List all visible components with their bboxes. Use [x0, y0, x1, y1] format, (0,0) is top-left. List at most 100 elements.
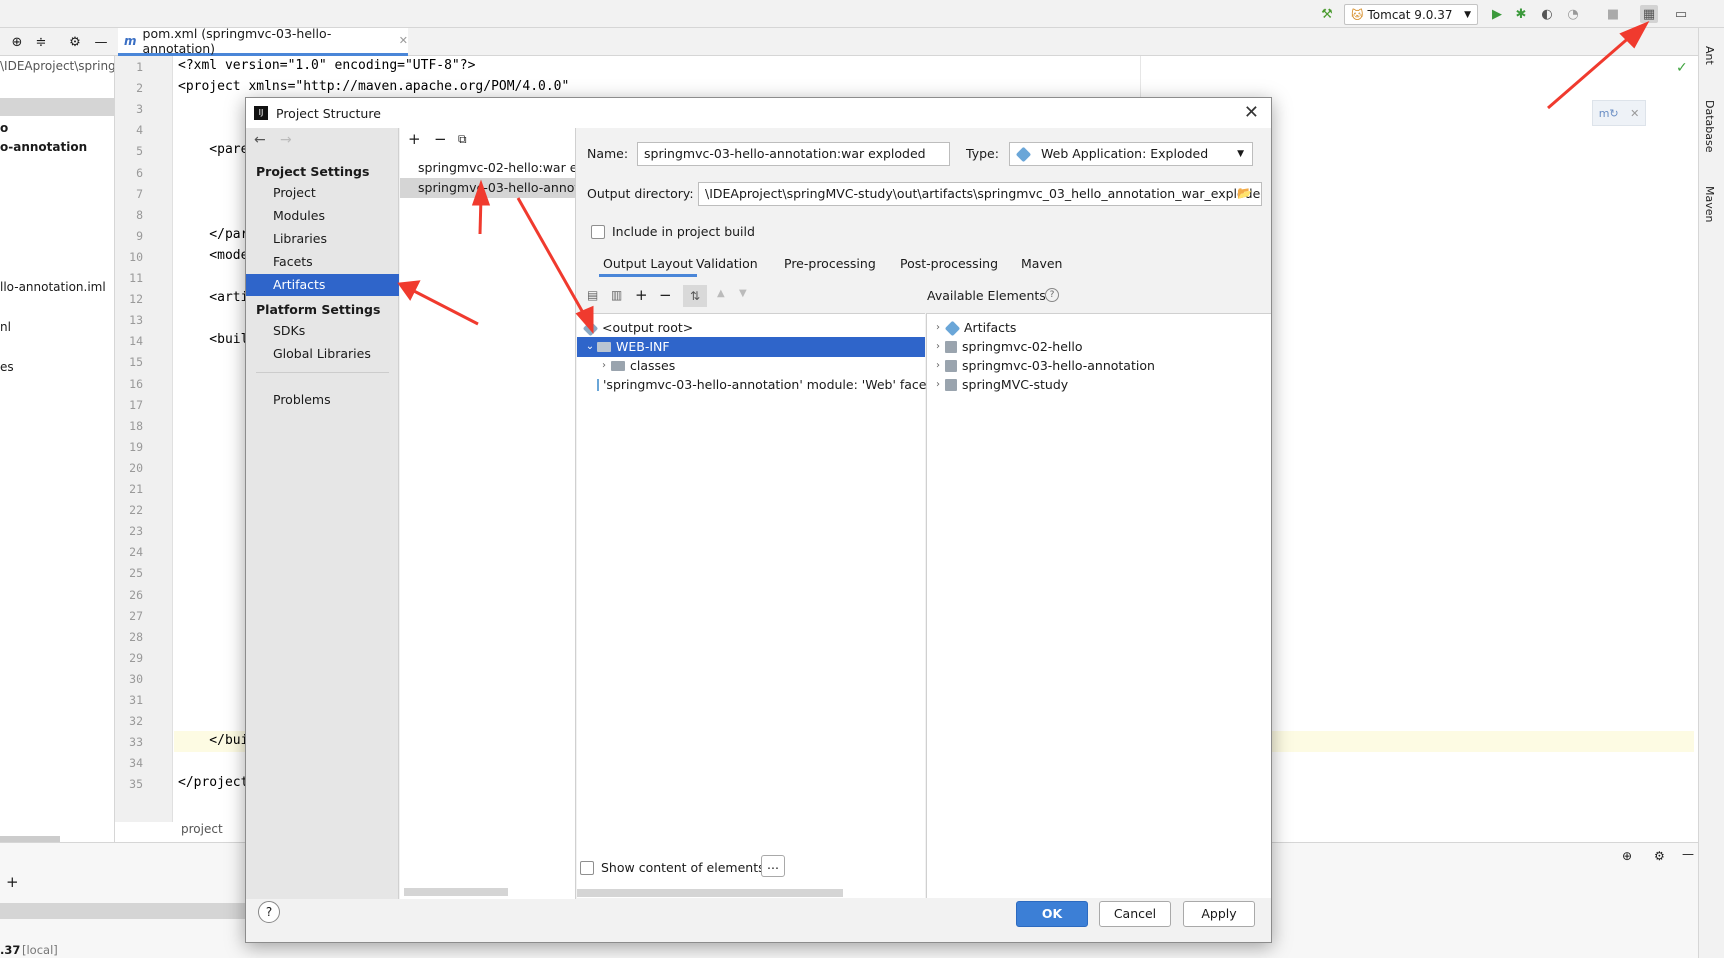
chevron-right-icon[interactable]: › [931, 375, 945, 395]
available-label: Artifacts [964, 320, 1017, 335]
project-item[interactable]: llo-annotation.iml [0, 280, 106, 294]
crosshair-icon[interactable]: ⊕ [8, 33, 26, 51]
tab-validation[interactable]: Validation [696, 251, 758, 277]
tab-post-processing[interactable]: Post-processing [900, 251, 998, 277]
apply-button[interactable]: Apply [1183, 901, 1255, 927]
nav-item-libraries[interactable]: Libraries [246, 228, 399, 250]
layout-icon[interactable]: ▭ [1672, 5, 1690, 23]
tree-row-output-root[interactable]: <output root> [577, 318, 925, 338]
gear-icon[interactable]: ⚙ [1654, 849, 1665, 863]
tree-row-web-inf[interactable]: ⌄ WEB-INF [577, 337, 925, 357]
available-item[interactable]: › springmvc-03-hello-annotation [927, 356, 1271, 376]
tab-pom-xml[interactable]: m pom.xml (springmvc-03-hello-annotation… [118, 26, 408, 56]
scrollbar[interactable] [404, 888, 508, 896]
close-icon[interactable]: ✕ [399, 34, 408, 47]
hammer-icon[interactable]: ⚒ [1318, 5, 1336, 23]
project-item[interactable]: nl [0, 320, 11, 334]
artifact-item[interactable]: springmvc-03-hello-annota [400, 178, 575, 198]
help-button[interactable]: ? [258, 901, 280, 923]
project-item[interactable]: o-annotation [0, 140, 87, 154]
tree-row-classes[interactable]: › classes [577, 356, 925, 376]
available-item[interactable]: › springMVC-study [927, 375, 1271, 395]
nav-item-sdks[interactable]: SDKs [246, 320, 399, 342]
profile-icon[interactable]: ◔ [1564, 5, 1582, 23]
project-item[interactable]: o [0, 121, 8, 135]
code-line[interactable]: <arti [178, 290, 248, 305]
dialog-title-bar: IJ Project Structure [246, 98, 1271, 128]
minimize-icon[interactable]: — [92, 33, 110, 51]
ok-button[interactable]: OK [1016, 901, 1088, 927]
copy-icon[interactable]: ⧉ [458, 132, 467, 147]
chevron-right-icon[interactable]: › [931, 356, 945, 376]
archive-icon[interactable]: ▥ [611, 288, 622, 302]
tab-maven[interactable]: Maven [1021, 251, 1062, 277]
ellipsis-button[interactable]: ... [761, 855, 785, 877]
nav-item-problems[interactable]: Problems [246, 389, 399, 411]
nav-item-modules[interactable]: Modules [246, 205, 399, 227]
crosshair-icon[interactable]: ⊕ [1622, 849, 1632, 863]
project-structure-icon[interactable]: ▦ [1640, 5, 1658, 23]
sort-icon[interactable]: ⇅ [683, 285, 707, 307]
code-line[interactable]: <project xmlns="http://maven.apache.org/… [178, 79, 569, 94]
tab-output-layout[interactable]: Output Layout [599, 251, 697, 277]
tab-pre-processing[interactable]: Pre-processing [784, 251, 876, 277]
coverage-icon[interactable]: ◐ [1538, 5, 1556, 23]
help-icon[interactable]: ? [1045, 288, 1059, 302]
run-icon[interactable]: ▶ [1488, 5, 1506, 23]
minimize-icon[interactable]: — [1682, 847, 1694, 861]
right-tool-strip: Ant Database Maven [1698, 28, 1724, 958]
close-icon[interactable]: ✕ [1630, 107, 1639, 120]
type-select[interactable]: Web Application: Exploded ▼ [1009, 142, 1253, 166]
show-content-checkbox[interactable] [580, 861, 594, 875]
maven-tab[interactable]: Maven [1703, 186, 1716, 222]
tree-label: classes [630, 358, 676, 373]
chevron-right-icon[interactable]: › [931, 337, 945, 357]
add-icon[interactable]: + [6, 873, 19, 891]
name-field[interactable]: springmvc-03-hello-annotation:war explod… [637, 142, 950, 166]
code-line[interactable]: <pare [178, 142, 248, 157]
artifact-item[interactable]: springmvc-02-hello:war ex [400, 158, 575, 178]
nav-item-global-libraries[interactable]: Global Libraries [246, 343, 399, 365]
gear-icon[interactable]: ⚙ [66, 33, 84, 51]
database-tab[interactable]: Database [1703, 100, 1716, 153]
chevron-right-icon[interactable]: › [931, 318, 945, 338]
code-line[interactable]: <?xml version="1.0" encoding="UTF-8"?> [178, 58, 475, 73]
add-icon[interactable]: + [635, 286, 648, 304]
code-line[interactable]: </project [178, 775, 248, 790]
collapse-icon[interactable]: ≑ [32, 33, 50, 51]
ant-tab[interactable]: Ant [1703, 46, 1716, 65]
stop-icon[interactable]: ■ [1604, 5, 1622, 23]
cancel-button[interactable]: Cancel [1099, 901, 1171, 927]
available-item[interactable]: › Artifacts [927, 318, 1271, 338]
tree-row-web-facet[interactable]: 'springmvc-03-hello-annotation' module: … [577, 375, 931, 395]
add-icon[interactable]: + [408, 130, 421, 148]
name-label: Name: [587, 146, 629, 161]
available-item[interactable]: › springmvc-02-hello [927, 337, 1271, 357]
output-dir-field[interactable]: \IDEAproject\springMVC-study\out\artifac… [698, 182, 1262, 206]
remove-icon[interactable]: − [659, 286, 672, 304]
code-line[interactable]: </bui [178, 733, 248, 748]
maven-reload-popup[interactable]: m↻ ✕ [1592, 100, 1646, 126]
chevron-right-icon[interactable]: › [597, 356, 611, 376]
code-line[interactable]: </par [178, 227, 248, 242]
code-line[interactable]: <mode [178, 248, 248, 263]
chevron-down-icon[interactable]: ⌄ [583, 337, 597, 357]
run-config-selector[interactable]: 🐱 Tomcat 9.0.37 ▼ [1344, 4, 1478, 25]
code-line[interactable]: <buil [178, 332, 248, 347]
nav-item-project[interactable]: Project [246, 182, 399, 204]
folder-open-icon[interactable]: 📂 [1237, 186, 1252, 200]
maven-reload-icon[interactable]: m↻ [1599, 107, 1619, 120]
nav-item-artifacts[interactable]: Artifacts [246, 274, 399, 296]
back-arrow-icon[interactable]: ← [254, 132, 266, 148]
new-folder-icon[interactable]: ▤ [587, 288, 598, 302]
remove-icon[interactable]: − [434, 130, 447, 148]
run-config-label: Tomcat 9.0.37 [1367, 7, 1453, 22]
scrollbar[interactable] [577, 889, 843, 897]
close-icon[interactable]: ✕ [1244, 102, 1259, 123]
include-in-build-checkbox[interactable] [591, 225, 605, 239]
breadcrumb[interactable]: project [181, 822, 223, 836]
nav-item-facets[interactable]: Facets [246, 251, 399, 273]
project-item[interactable]: es [0, 360, 14, 374]
line-number: 25 [129, 566, 143, 581]
debug-icon[interactable]: ✱ [1512, 5, 1530, 23]
